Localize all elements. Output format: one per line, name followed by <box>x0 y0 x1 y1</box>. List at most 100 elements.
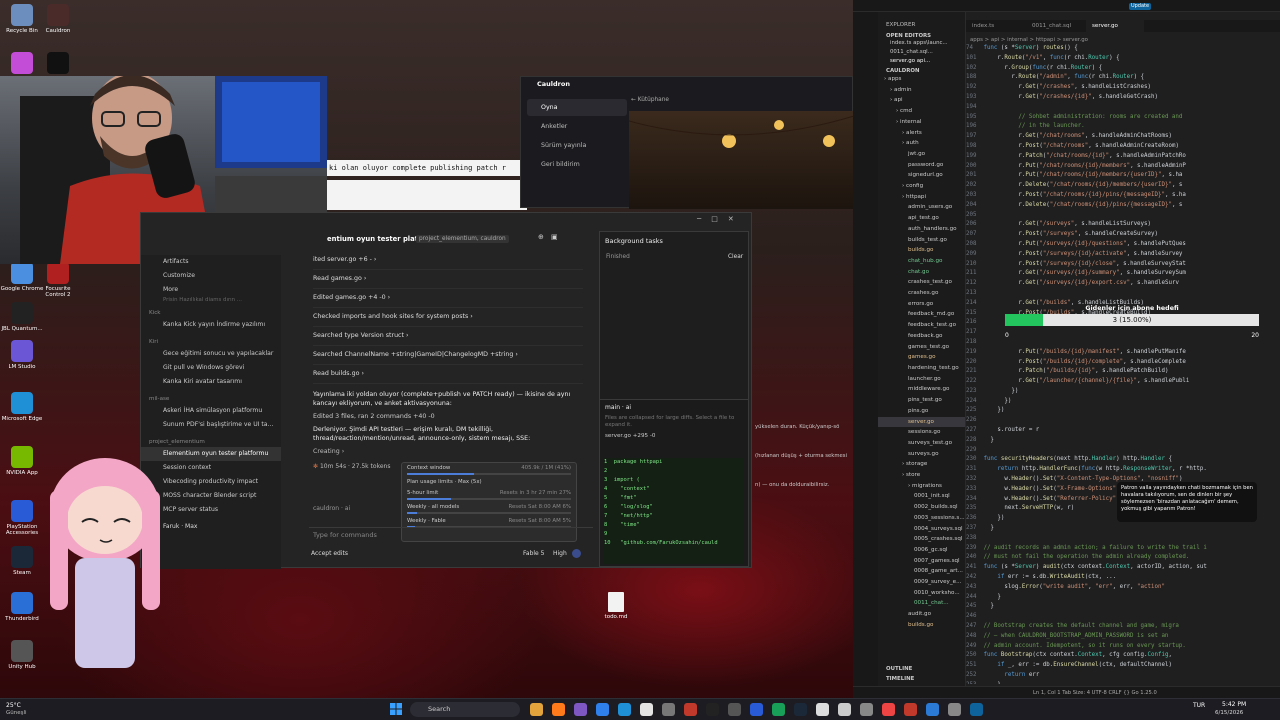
taskbar-app-icon[interactable] <box>750 703 763 716</box>
send-button[interactable] <box>572 549 581 558</box>
open-editor-item[interactable]: server.go api... <box>890 57 965 66</box>
tree-file[interactable]: 0008_game_art... <box>878 566 965 577</box>
breadcrumb[interactable]: ← Kütüphane <box>631 97 669 103</box>
taskbar-app-icon[interactable] <box>882 703 895 716</box>
cauldron-menu-item[interactable]: Sürüm yayınla <box>527 137 627 154</box>
tree-file[interactable]: chat.go <box>878 267 965 278</box>
globe-icon[interactable]: ⊕ <box>538 233 544 241</box>
tool-step[interactable]: ited server.go +6 - › <box>313 251 583 270</box>
tree-file[interactable]: api_test.go <box>878 213 965 224</box>
tree-file[interactable]: errors.go <box>878 299 965 310</box>
tool-step[interactable]: Searched type Version struct › <box>313 327 583 346</box>
desktop-icon[interactable]: Microsoft Edge <box>0 392 44 422</box>
desktop-file-todo[interactable]: todo.md <box>602 592 630 620</box>
tree-file[interactable]: crashes.go <box>878 288 965 299</box>
tree-file[interactable]: hardening_test.go <box>878 363 965 374</box>
window-controls[interactable]: ─□✕ <box>697 215 744 223</box>
tree-folder[interactable]: › cmd <box>878 106 965 117</box>
tree-file[interactable]: pins.go <box>878 406 965 417</box>
tree-file[interactable]: builds.go <box>878 245 965 256</box>
tree-file[interactable]: 0007_games.sql <box>878 556 965 567</box>
taskbar-app-icon[interactable] <box>530 703 543 716</box>
tree-file[interactable]: 0005_crashes.sql <box>878 534 965 545</box>
taskbar-app-icon[interactable] <box>838 703 851 716</box>
tool-step[interactable]: Checked imports and hook sites for syste… <box>313 308 583 327</box>
tree-file[interactable]: jwt.go <box>878 149 965 160</box>
effort-select[interactable]: High <box>553 550 567 557</box>
sidebar-conversation[interactable]: Gece eğitimi sonucu ve yapılacaklar <box>141 347 281 361</box>
tree-file[interactable]: 0003_sessions.s... <box>878 513 965 524</box>
tree-file[interactable]: server.go <box>878 416 965 428</box>
desktop-icon[interactable]: Focusrite Control 2 <box>36 262 80 298</box>
open-editor-item[interactable]: 0011_chat.sql... <box>890 48 965 57</box>
root-folder[interactable]: CAULDRON <box>878 66 965 74</box>
code-editor[interactable]: 74 func (s *Server) routes() { 101 r.Rou… <box>966 44 1280 684</box>
weather-temp[interactable]: 25°C <box>6 702 21 709</box>
editor-breadcrumb[interactable]: apps > api > internal > httpapi > server… <box>970 37 1088 43</box>
tree-file[interactable]: 0004_surveys.sql <box>878 524 965 535</box>
taskbar-app-icon[interactable] <box>816 703 829 716</box>
clock-date[interactable]: 6/15/2026 <box>1215 710 1243 716</box>
open-editors-title[interactable]: OPEN EDITORS <box>878 28 965 39</box>
cauldron-menu-item[interactable]: Anketler <box>527 118 627 135</box>
tree-file[interactable]: middleware.go <box>878 384 965 395</box>
taskbar-app-icon[interactable] <box>926 703 939 716</box>
tree-file[interactable]: 0010_worksho... <box>878 588 965 599</box>
tree-file[interactable]: surveys_test.go <box>878 438 965 449</box>
start-button[interactable] <box>390 703 402 715</box>
sidebar-conversation[interactable]: Kanka Kick yayın İndirme yazılımı <box>141 318 281 332</box>
diff-file[interactable]: server.go +295 -0 <box>600 429 748 443</box>
tree-file[interactable]: signedurl.go <box>878 170 965 181</box>
taskbar-app-icon[interactable] <box>904 703 917 716</box>
tree-folder[interactable]: › config <box>878 181 965 192</box>
desktop-icon[interactable] <box>36 52 80 76</box>
tree-file[interactable]: password.go <box>878 160 965 171</box>
tree-file[interactable]: sessions.go <box>878 427 965 438</box>
tree-file[interactable]: games.go <box>878 352 965 363</box>
tree-file[interactable]: admin_users.go <box>878 202 965 213</box>
update-button[interactable]: Update <box>1129 3 1151 10</box>
tree-file[interactable]: feedback_test.go <box>878 320 965 331</box>
tree-file[interactable]: crashes_test.go <box>878 277 965 288</box>
tool-step[interactable]: Read games.go › <box>313 270 583 289</box>
desktop-icon[interactable]: Cauldron <box>36 4 80 34</box>
tree-file[interactable]: auth_handlers.go <box>878 224 965 235</box>
desktop-icon[interactable]: LM Studio <box>0 340 44 370</box>
taskbar-app-icon[interactable] <box>684 703 697 716</box>
editor-tab[interactable]: index.ts <box>966 20 1024 32</box>
timeline-section[interactable]: TIMELINE <box>886 676 914 682</box>
taskbar-app-icon[interactable] <box>640 703 653 716</box>
taskbar-app-icon[interactable] <box>860 703 873 716</box>
tree-folder[interactable]: › auth <box>878 138 965 149</box>
tree-folder[interactable]: › apps <box>878 74 965 85</box>
outline-section[interactable]: OUTLINE <box>886 666 912 672</box>
taskbar-app-icon[interactable] <box>728 703 741 716</box>
tree-folder[interactable]: › httpapi <box>878 192 965 203</box>
sidebar-conversation[interactable]: Git pull ve Windows görevi <box>141 361 281 375</box>
accept-edits-toggle[interactable]: Accept edits <box>311 550 348 557</box>
tool-step[interactable]: Read builds.go › <box>313 365 583 384</box>
model-select[interactable]: Fable 5 <box>523 550 544 557</box>
clock-time[interactable]: 5:42 PM <box>1222 701 1246 708</box>
tree-file[interactable]: audit.go <box>878 609 965 620</box>
tree-folder[interactable]: › admin <box>878 85 965 96</box>
edit-summary[interactable]: Edited 3 files, ran 2 commands +40 -0 <box>313 413 583 420</box>
sidebar-conversation[interactable]: Askeri İHA simülasyon platformu <box>141 404 281 418</box>
tree-file[interactable]: launcher.go <box>878 374 965 385</box>
tree-file[interactable]: 0002_builds.sql <box>878 502 965 513</box>
tree-folder[interactable]: › migrations <box>878 481 965 492</box>
taskbar-app-icon[interactable] <box>948 703 961 716</box>
taskbar-app-icon[interactable] <box>772 703 785 716</box>
command-input[interactable]: Type for commands <box>309 527 593 541</box>
editor-tab[interactable]: 0011_chat.sql <box>1026 20 1084 32</box>
tree-file[interactable]: games_test.go <box>878 342 965 353</box>
tree-folder[interactable]: › storage <box>878 459 965 470</box>
taskbar-app-icon[interactable] <box>662 703 675 716</box>
taskbar-search[interactable]: Search <box>410 702 520 717</box>
clear-button[interactable]: Clear <box>728 254 743 260</box>
tree-file[interactable]: pins_test.go <box>878 395 965 406</box>
tree-file[interactable]: 0011_chat... <box>878 598 965 609</box>
tree-folder[interactable]: › store <box>878 470 965 481</box>
tree-file[interactable]: builds.go <box>878 620 965 631</box>
tool-step[interactable]: Searched ChannelName +string|GameID|Chan… <box>313 346 583 365</box>
